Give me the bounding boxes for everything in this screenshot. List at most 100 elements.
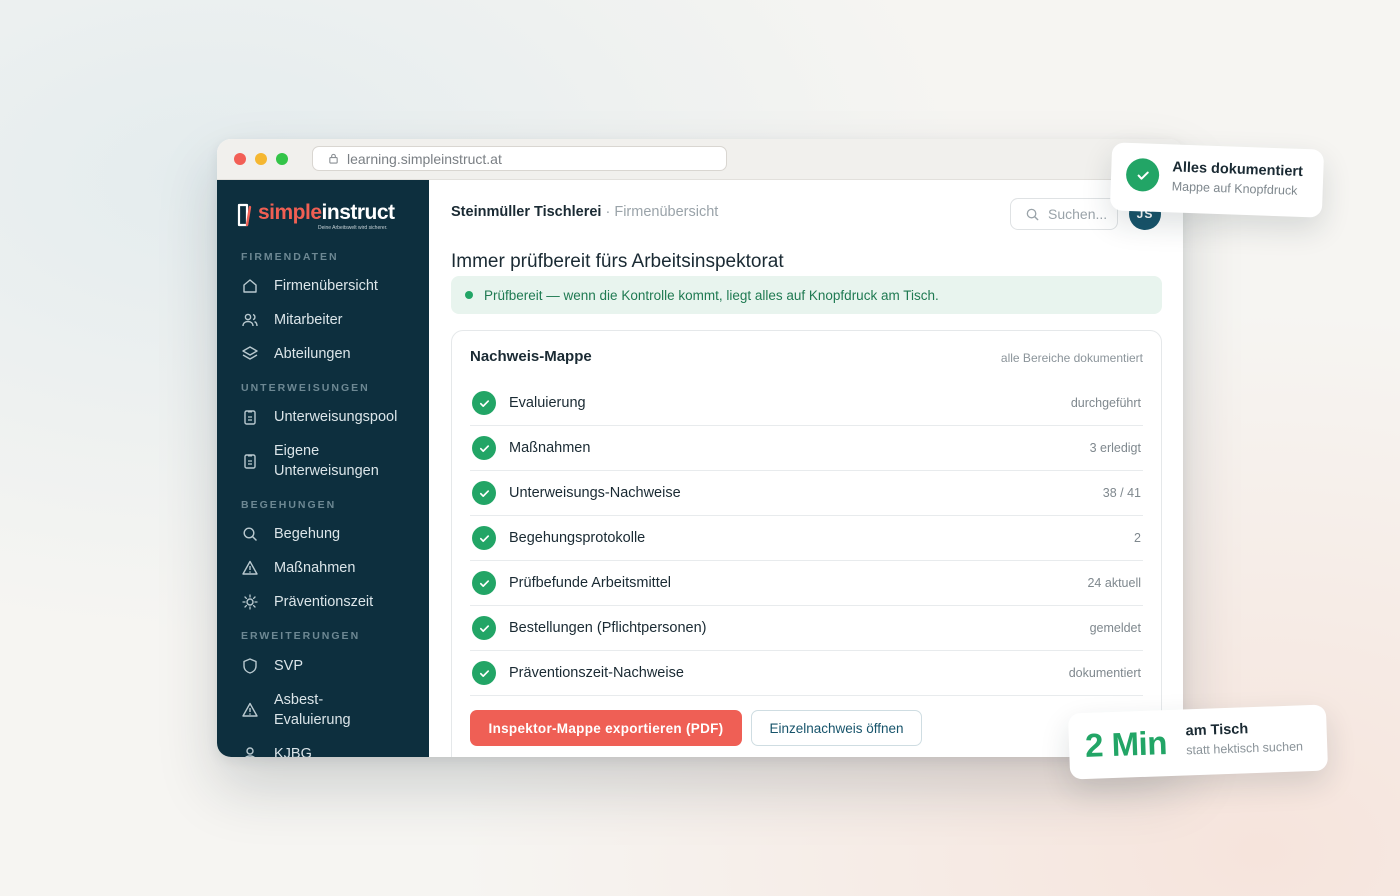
open-single-proof-button[interactable]: Einzelnachweis öffnen — [751, 710, 922, 746]
sidebar-item-begehung[interactable]: Begehung — [241, 524, 421, 544]
logo-text-simple: simple — [258, 201, 322, 224]
list-item-value: 24 aktuell — [1087, 576, 1141, 590]
sidebar-item-massnahmen[interactable]: Maßnahmen — [241, 558, 421, 578]
list-item[interactable]: Präventionszeit-Nachweise dokumentiert — [470, 651, 1143, 696]
sidebar-item-firmenuebersicht[interactable]: Firmenübersicht — [241, 276, 421, 296]
lock-icon — [329, 153, 338, 164]
close-window-button[interactable] — [234, 153, 246, 165]
list-item-value: dokumentiert — [1068, 666, 1141, 680]
sidebar-item-label: Präventionszeit — [274, 594, 374, 610]
list-item-value: 38 / 41 — [1102, 486, 1141, 500]
check-icon — [472, 391, 496, 415]
sun-icon — [241, 593, 259, 611]
check-icon — [472, 571, 496, 595]
search-input[interactable]: Suchen... — [1010, 198, 1118, 230]
check-icon — [1125, 157, 1160, 192]
status-banner-text: Prüfbereit — wenn die Kontrolle kommt, l… — [484, 287, 939, 303]
section-label-firmendaten: FIRMENDATEN — [241, 251, 339, 263]
brand-logo[interactable]: simpleinstruct Deine Arbeitswelt wird si… — [236, 201, 396, 231]
sidebar-item-label: Mitarbeiter — [274, 312, 343, 328]
sidebar-item-label: SVP — [274, 658, 304, 674]
list-item-label: Bestellungen (Pflichtpersonen) — [509, 620, 707, 636]
list-item[interactable]: Prüfbefunde Arbeitsmittel 24 aktuell — [470, 561, 1143, 606]
list-item-value: 2 — [1134, 531, 1141, 545]
list-item[interactable]: Begehungsprotokolle 2 — [470, 516, 1143, 561]
shield-icon — [241, 657, 259, 675]
sidebar-item-unterweisungspool[interactable]: Unterweisungspool — [241, 407, 421, 427]
check-icon — [472, 526, 496, 550]
browser-titlebar: learning.simpleinstruct.at — [217, 139, 1183, 180]
section-label-unterweisungen: UNTERWEISUNGEN — [241, 382, 370, 394]
warning-icon — [241, 701, 259, 719]
users-icon — [241, 311, 259, 329]
sidebar-item-asbest-evaluierung[interactable]: Asbest-Evaluierung — [241, 690, 421, 730]
layers-icon — [241, 345, 259, 363]
sidebar-item-label: Unterweisungspool — [274, 409, 398, 425]
documented-callout: Alles dokumentiert Mappe auf Knopfdruck — [1109, 142, 1325, 218]
list-item-label: Unterweisungs-Nachweise — [509, 485, 681, 501]
list-item-label: Maßnahmen — [509, 440, 591, 456]
section-label-erweiterungen: ERWEITERUNGEN — [241, 630, 361, 642]
list-item-value: durchgeführt — [1070, 396, 1141, 410]
address-bar[interactable]: learning.simpleinstruct.at — [312, 146, 727, 171]
breadcrumb: Steinmüller Tischlerei · Firmenübersicht — [451, 204, 718, 220]
warning-icon — [241, 559, 259, 577]
list-item-label: Evaluierung — [509, 395, 586, 411]
sidebar-item-mitarbeiter[interactable]: Mitarbeiter — [241, 310, 421, 330]
browser-window: learning.simpleinstruct.at simpleinstruc… — [217, 139, 1183, 757]
main-content: Steinmüller Tischlerei · Firmenübersicht… — [429, 180, 1183, 757]
callout-big-number: 2 Min — [1084, 724, 1168, 764]
page-title: Immer prüfbereit fürs Arbeitsinspektorat — [451, 251, 784, 272]
status-banner: Prüfbereit — wenn die Kontrolle kommt, l… — [451, 276, 1162, 314]
check-icon — [472, 616, 496, 640]
list-item-label: Begehungsprotokolle — [509, 530, 646, 546]
breadcrumb-page: Firmenübersicht — [614, 204, 719, 220]
list-item[interactable]: Maßnahmen 3 erledigt — [470, 426, 1143, 471]
logo-tagline: Deine Arbeitswelt wird sicherer. — [318, 225, 388, 231]
card-meta: alle Bereiche dokumentiert — [1000, 351, 1143, 365]
status-dot — [465, 291, 473, 299]
clipboard-icon — [241, 408, 259, 426]
callout-title: am Tisch — [1185, 721, 1249, 740]
list-item[interactable]: Bestellungen (Pflichtpersonen) gemeldet — [470, 606, 1143, 651]
callout-subtitle: statt hektisch suchen — [1186, 739, 1304, 758]
home-icon — [241, 277, 259, 295]
logo-text-instruct: instruct — [321, 201, 396, 224]
sidebar-item-label: Maßnahmen — [274, 560, 356, 576]
list-item[interactable]: Evaluierung durchgeführt — [470, 381, 1143, 426]
time-callout: 2 Min am Tisch statt hektisch suchen — [1067, 704, 1329, 780]
sidebar: simpleinstruct Deine Arbeitswelt wird si… — [217, 180, 429, 757]
section-label-begehungen: BEGEHUNGEN — [241, 499, 337, 511]
sidebar-item-label: Eigene Unterweisungen — [274, 443, 379, 479]
user-icon — [241, 745, 259, 757]
list-item-label: Präventionszeit-Nachweise — [509, 665, 684, 681]
url-text: learning.simpleinstruct.at — [347, 150, 502, 167]
maximize-window-button[interactable] — [276, 153, 288, 165]
check-icon — [472, 481, 496, 505]
minimize-window-button[interactable] — [255, 153, 267, 165]
sidebar-item-abteilungen[interactable]: Abteilungen — [241, 344, 421, 364]
callout-subtitle: Mappe auf Knopfdruck — [1171, 179, 1298, 198]
callout-title: Alles dokumentiert — [1172, 159, 1304, 180]
sidebar-item-praeventionszeit[interactable]: Präventionszeit — [241, 592, 421, 612]
check-icon — [472, 436, 496, 460]
list-item-value: gemeldet — [1089, 621, 1141, 635]
clipboard-icon — [241, 452, 259, 470]
sidebar-item-label: Firmenübersicht — [274, 278, 378, 294]
breadcrumb-company[interactable]: Steinmüller Tischlerei — [451, 204, 601, 220]
nachweis-mappe-card: Nachweis-Mappe alle Bereiche dokumentier… — [451, 330, 1162, 757]
sidebar-item-label: KJBG — [274, 746, 312, 757]
sidebar-item-eigene-unterweisungen[interactable]: Eigene Unterweisungen — [241, 441, 421, 481]
list-item[interactable]: Unterweisungs-Nachweise 38 / 41 — [470, 471, 1143, 516]
sidebar-item-kjbg[interactable]: KJBG — [241, 744, 421, 757]
sidebar-item-label: Abteilungen — [274, 346, 351, 362]
check-icon — [472, 661, 496, 685]
export-pdf-button[interactable]: Inspektor-Mappe exportieren (PDF) — [470, 710, 742, 746]
list-item-label: Prüfbefunde Arbeitsmittel — [509, 575, 672, 591]
sidebar-item-label: Asbest-Evaluierung — [274, 692, 351, 728]
logo-icon — [237, 203, 252, 227]
sidebar-item-svp[interactable]: SVP — [241, 656, 421, 676]
search-icon — [1026, 208, 1039, 220]
card-title: Nachweis-Mappe — [470, 348, 592, 365]
list-item-value: 3 erledigt — [1089, 441, 1141, 455]
